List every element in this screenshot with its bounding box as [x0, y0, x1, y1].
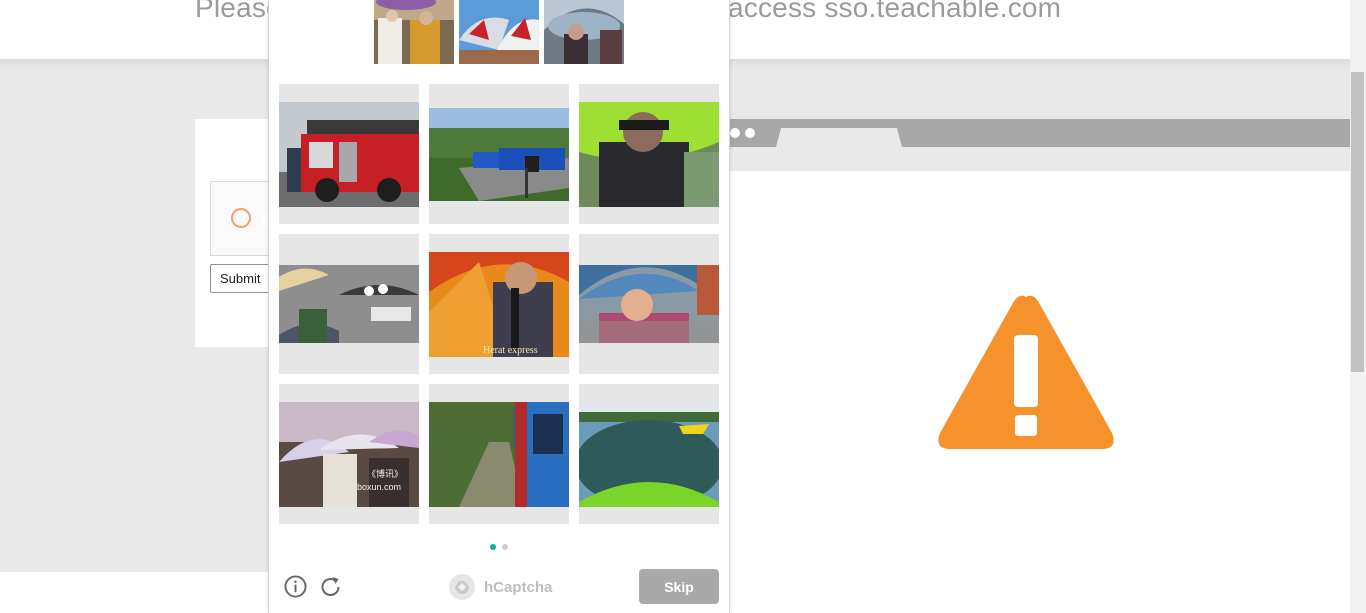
tile-caption: 《博讯》 [367, 468, 403, 480]
tile-fire-truck[interactable] [279, 84, 419, 224]
warning-icon [938, 295, 1114, 449]
scrollbar-thumb[interactable] [1351, 72, 1364, 372]
tile-blue-umbrella[interactable] [579, 234, 719, 374]
browser-illustration [730, 119, 1350, 591]
tile-person-green-umbrella[interactable] [579, 84, 719, 224]
headline-end: access sso.teachable.com [728, 0, 1062, 23]
hcaptcha-logo-icon[interactable] [448, 573, 476, 601]
tile-train[interactable] [429, 384, 569, 524]
page-indicator-dot[interactable] [502, 544, 508, 550]
refresh-icon[interactable] [318, 575, 343, 599]
window-dot-icon [745, 128, 755, 138]
tile-trucks-on-road[interactable] [429, 84, 569, 224]
skip-button[interactable]: Skip [639, 569, 719, 604]
example-image [544, 0, 624, 64]
page-indicator-dot-active[interactable] [490, 544, 496, 550]
captcha-checkbox[interactable] [231, 208, 251, 228]
tile-orange-umbrella[interactable]: Herat express [429, 234, 569, 374]
browser-tab [776, 128, 902, 147]
tile-caption: boxun.com [357, 482, 401, 492]
browser-toolbar [730, 119, 1350, 147]
window-dot-icon [730, 128, 740, 138]
tile-boat-water[interactable] [579, 384, 719, 524]
example-image [374, 0, 454, 64]
tile-crowd-umbrellas[interactable] [279, 234, 419, 374]
example-image [459, 0, 539, 64]
info-icon[interactable] [284, 575, 307, 598]
browser-address-area [730, 147, 1350, 171]
tile-umbrellas-blossoms[interactable]: 《博讯》 boxun.com [279, 384, 419, 524]
tile-caption: Herat express [483, 345, 538, 356]
hcaptcha-brand[interactable]: hCaptcha [484, 579, 552, 596]
